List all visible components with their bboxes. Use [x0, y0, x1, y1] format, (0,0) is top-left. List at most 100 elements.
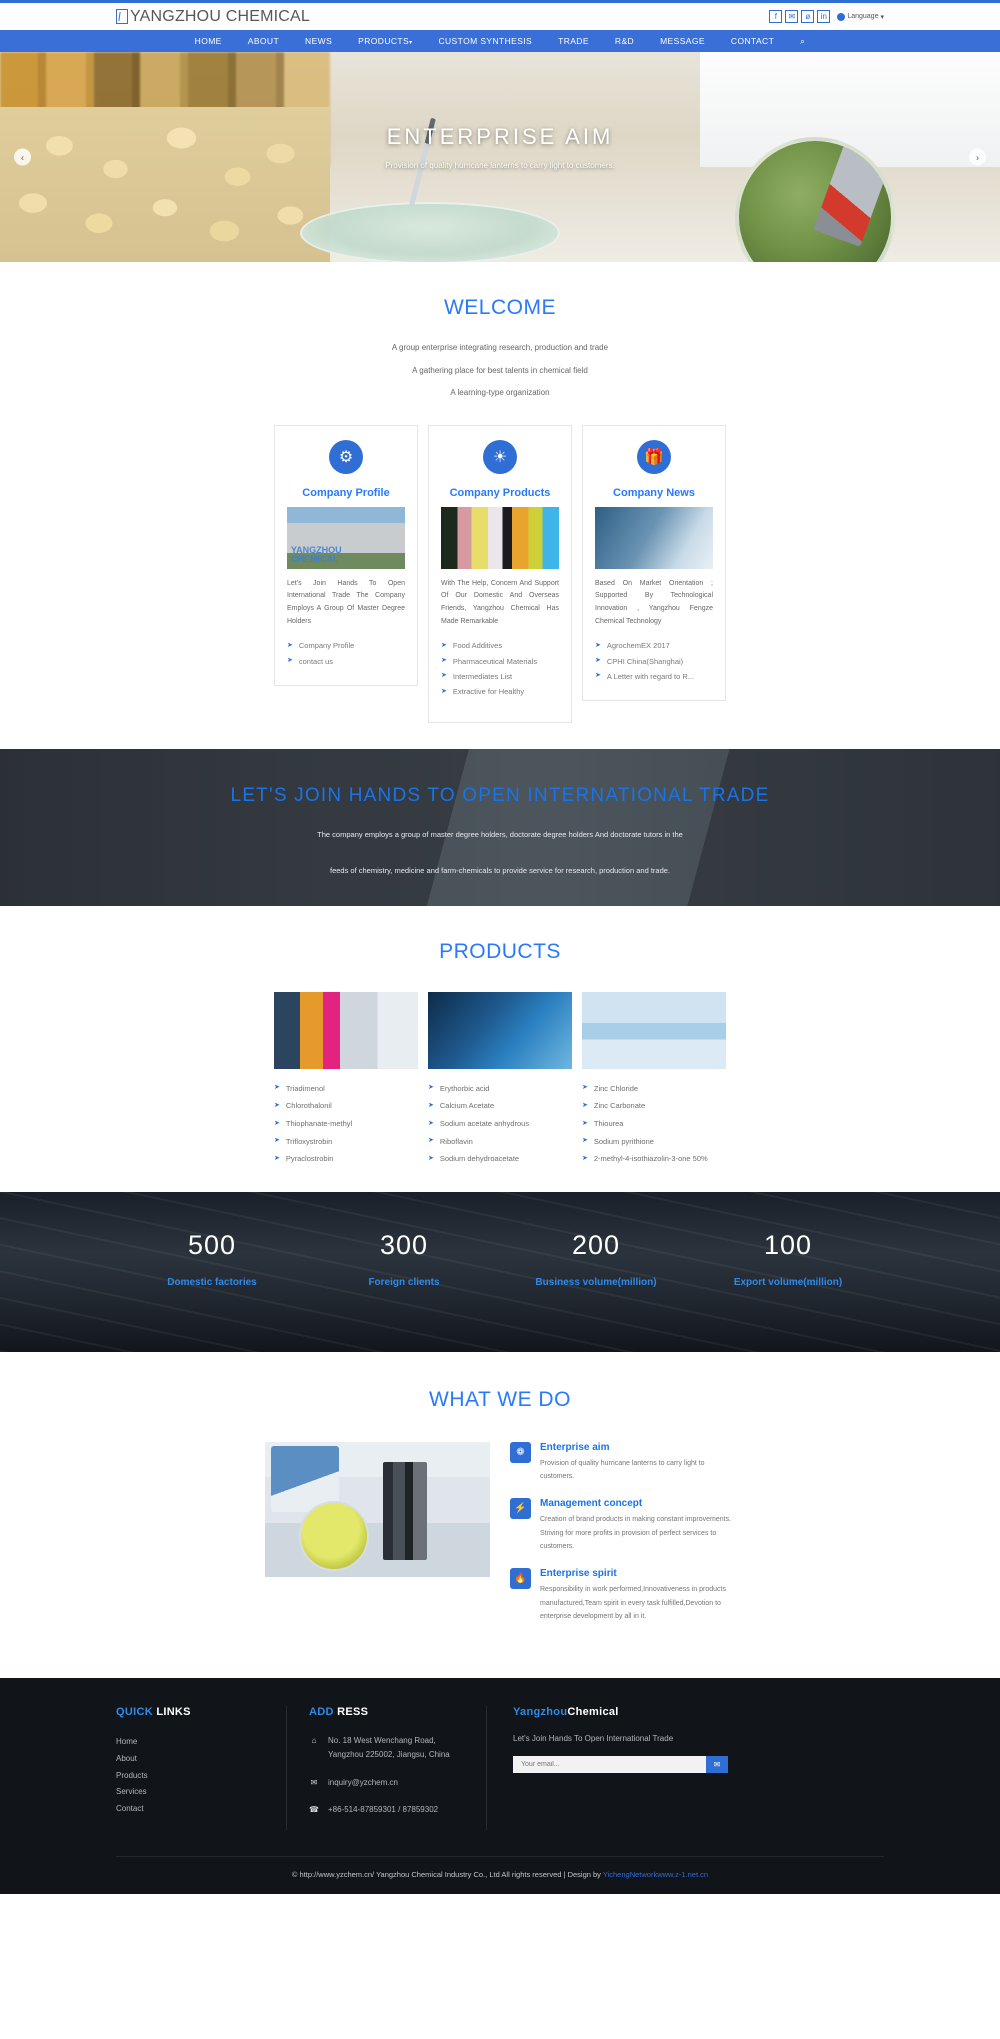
arrow-bullet-icon: ➤: [595, 641, 601, 649]
wwd-item-management-concept: ⚡ Management concept Creation of brand p…: [510, 1498, 735, 1554]
nav-item-message[interactable]: MESSAGE: [660, 36, 705, 46]
footer-newsletter: YangzhouChemical Let's Join Hands To Ope…: [486, 1705, 756, 1831]
site-footer: QUICK LINKS Home About Products Services…: [0, 1677, 1000, 1895]
footer-link-contact[interactable]: Contact: [116, 1801, 264, 1818]
card-description: Based On Market Orientation ; Supported …: [595, 579, 713, 625]
hero-petri-dish: [300, 202, 560, 262]
newsletter-form: ✉: [513, 1755, 728, 1773]
nav-item-products[interactable]: PRODUCTS▾: [358, 36, 412, 46]
product-column-2: ➤ Erythorbic acid ➤ Calcium Acetate ➤ Sodiu…: [428, 991, 572, 1168]
phone-text: +86-514-87859301 / 87859302: [328, 1805, 439, 1815]
nav-item-rd[interactable]: R&D: [615, 36, 634, 46]
stat-label: Business volume(million): [535, 1276, 657, 1288]
list-item[interactable]: ➤ Riboflavin: [428, 1133, 572, 1151]
list-item[interactable]: ➤ Company Profile: [287, 638, 405, 653]
list-item[interactable]: ➤ Chlorothalonil: [274, 1097, 418, 1115]
email-row[interactable]: ✉ inquiry@yzchem.cn: [309, 1776, 464, 1790]
wwd-heading: Management concept: [540, 1498, 643, 1510]
search-icon[interactable]: ⌕: [800, 36, 805, 47]
list-item[interactable]: ➤ Zinc Carbonate: [582, 1097, 726, 1115]
site-logo[interactable]: YANGZHOU CHEMICAL: [116, 8, 310, 26]
stat-label: Export volume(million): [733, 1276, 843, 1288]
list-item[interactable]: ➤ Thiourea: [582, 1115, 726, 1133]
list-item[interactable]: ➤ Intermediates List: [441, 669, 559, 684]
bolt-icon: ⚡: [510, 1498, 531, 1520]
site-logo-text: YANGZHOU CHEMICAL: [130, 7, 311, 25]
pinterest-icon[interactable]: ø: [801, 10, 815, 23]
email-field[interactable]: [513, 1755, 706, 1773]
footer-link-home[interactable]: Home: [116, 1734, 264, 1751]
chevron-down-icon: ▾: [409, 40, 413, 46]
list-item[interactable]: ➤ Sodium pyrithione: [582, 1133, 726, 1151]
nav-item-news[interactable]: NEWS: [305, 36, 332, 46]
globe-icon: [837, 12, 846, 21]
card-link-list: ➤ Food Additives ➤ Pharmaceutical Material…: [441, 638, 559, 700]
nav-item-contact[interactable]: CONTACT: [731, 36, 774, 46]
stat-number: 200: [571, 1229, 621, 1260]
list-item[interactable]: ➤ Sodium dehydroacetate: [428, 1150, 572, 1168]
list-item[interactable]: ➤ Sodium acetate anhydrous: [428, 1115, 572, 1133]
arrow-bullet-icon: ➤: [441, 641, 447, 649]
stat-business-volume: 200 Business volume(million): [500, 1230, 692, 1291]
list-item[interactable]: ➤ contact us: [287, 654, 405, 669]
list-item[interactable]: ➤ Thiophanate-methyl: [274, 1115, 418, 1133]
list-item[interactable]: ➤ Calcium Acetate: [428, 1097, 572, 1115]
arrow-bullet-icon: ➤: [428, 1101, 434, 1109]
list-item[interactable]: ➤ Food Additives: [441, 638, 559, 653]
card-company-products[interactable]: ☀ Company Products With The Help, Concer…: [428, 424, 572, 723]
hero-caption: ENTERPRISE AIM Provision of quality hurr…: [0, 124, 1000, 170]
banner-line-2: feeds of chemistry, medicine and farm-ch…: [329, 865, 671, 875]
copyright-text: © http://www.yzchem.cn/ Yangzhou Chemica…: [291, 1870, 603, 1880]
card-company-profile[interactable]: ⚙ Company Profile Let's Join Hands To Op…: [274, 424, 418, 686]
wwd-item-enterprise-spirit: 🔥 Enterprise spirit Responsibility in wo…: [510, 1567, 735, 1624]
arrow-bullet-icon: ➤: [582, 1101, 588, 1109]
list-item[interactable]: ➤ A Letter with regard to R...: [595, 669, 713, 684]
wwd-heading: Enterprise aim: [540, 1441, 610, 1453]
list-item[interactable]: ➤ Erythorbic acid: [428, 1080, 572, 1098]
arrow-bullet-icon: ➤: [582, 1154, 588, 1162]
language-label: Language: [847, 13, 879, 20]
nav-item-custom-synthesis[interactable]: CUSTOM SYNTHESIS: [438, 36, 532, 46]
arrow-bullet-icon: ➤: [287, 641, 293, 649]
footer-link-products[interactable]: Products: [116, 1768, 264, 1785]
footer-link-about[interactable]: About: [116, 1751, 264, 1768]
hero-carousel: ENTERPRISE AIM Provision of quality hurr…: [0, 52, 1000, 262]
list-item[interactable]: ➤ AgrochemEX 2017: [595, 638, 713, 653]
phone-icon: ☎: [309, 1805, 319, 1815]
international-trade-banner: LET'S JOIN HANDS TO OPEN INTERNATIONAL T…: [0, 748, 1000, 906]
nav-item-about[interactable]: ABOUT: [248, 36, 279, 46]
gloved-hand-flask-photo: [428, 991, 572, 1069]
wwd-text: Creation of brand products in making con…: [540, 1516, 732, 1551]
list-item[interactable]: ➤ CPHI China(Shanghai): [595, 654, 713, 669]
welcome-title: WELCOME: [443, 296, 556, 319]
arrow-bullet-icon: ➤: [274, 1137, 280, 1145]
facebook-icon[interactable]: f: [769, 10, 783, 23]
language-selector[interactable]: Language ▾: [837, 12, 884, 21]
card-company-news[interactable]: 🎁 Company News Based On Market Orientati…: [582, 424, 726, 702]
list-item[interactable]: ➤ Pharmaceutical Materials: [441, 654, 559, 669]
arrow-bullet-icon: ➤: [287, 657, 293, 665]
list-item[interactable]: ➤ Trifloxystrobin: [274, 1133, 418, 1151]
list-item[interactable]: ➤ Extractive for Healthy: [441, 684, 559, 699]
linkedin-icon[interactable]: in: [817, 10, 831, 23]
gear-icon: ⚙: [329, 439, 363, 474]
list-item[interactable]: ➤ Triadimenol: [274, 1080, 418, 1098]
list-item[interactable]: ➤ Pyraclostrobin: [274, 1150, 418, 1168]
footer-link-services[interactable]: Services: [116, 1784, 264, 1801]
envelope-icon: ✉: [310, 1777, 318, 1787]
card-title: Company Profile: [302, 486, 390, 499]
design-credit-link[interactable]: YichengNetworkwww.z-1.net.cn: [603, 1870, 708, 1879]
email-text: inquiry@yzchem.cn: [328, 1777, 398, 1787]
home-icon: ⌂: [311, 1735, 317, 1745]
card-title: Company Products: [449, 486, 551, 499]
stat-foreign-clients: 300 Foreign clients: [308, 1230, 500, 1291]
nav-item-trade[interactable]: TRADE: [558, 36, 589, 46]
nav-item-home[interactable]: HOME: [195, 36, 222, 46]
list-item[interactable]: ➤ 2-methyl-4-isothiazolin-3-one 50%: [582, 1150, 726, 1168]
stat-number: 100: [763, 1229, 813, 1260]
chevron-down-icon: ▾: [880, 13, 884, 21]
footer-heading: ADD RESS: [309, 1705, 369, 1718]
newsletter-submit-button[interactable]: ✉: [706, 1755, 728, 1773]
twitter-icon[interactable]: ✉: [785, 10, 799, 23]
list-item[interactable]: ➤ Zinc Chloride: [582, 1080, 726, 1098]
